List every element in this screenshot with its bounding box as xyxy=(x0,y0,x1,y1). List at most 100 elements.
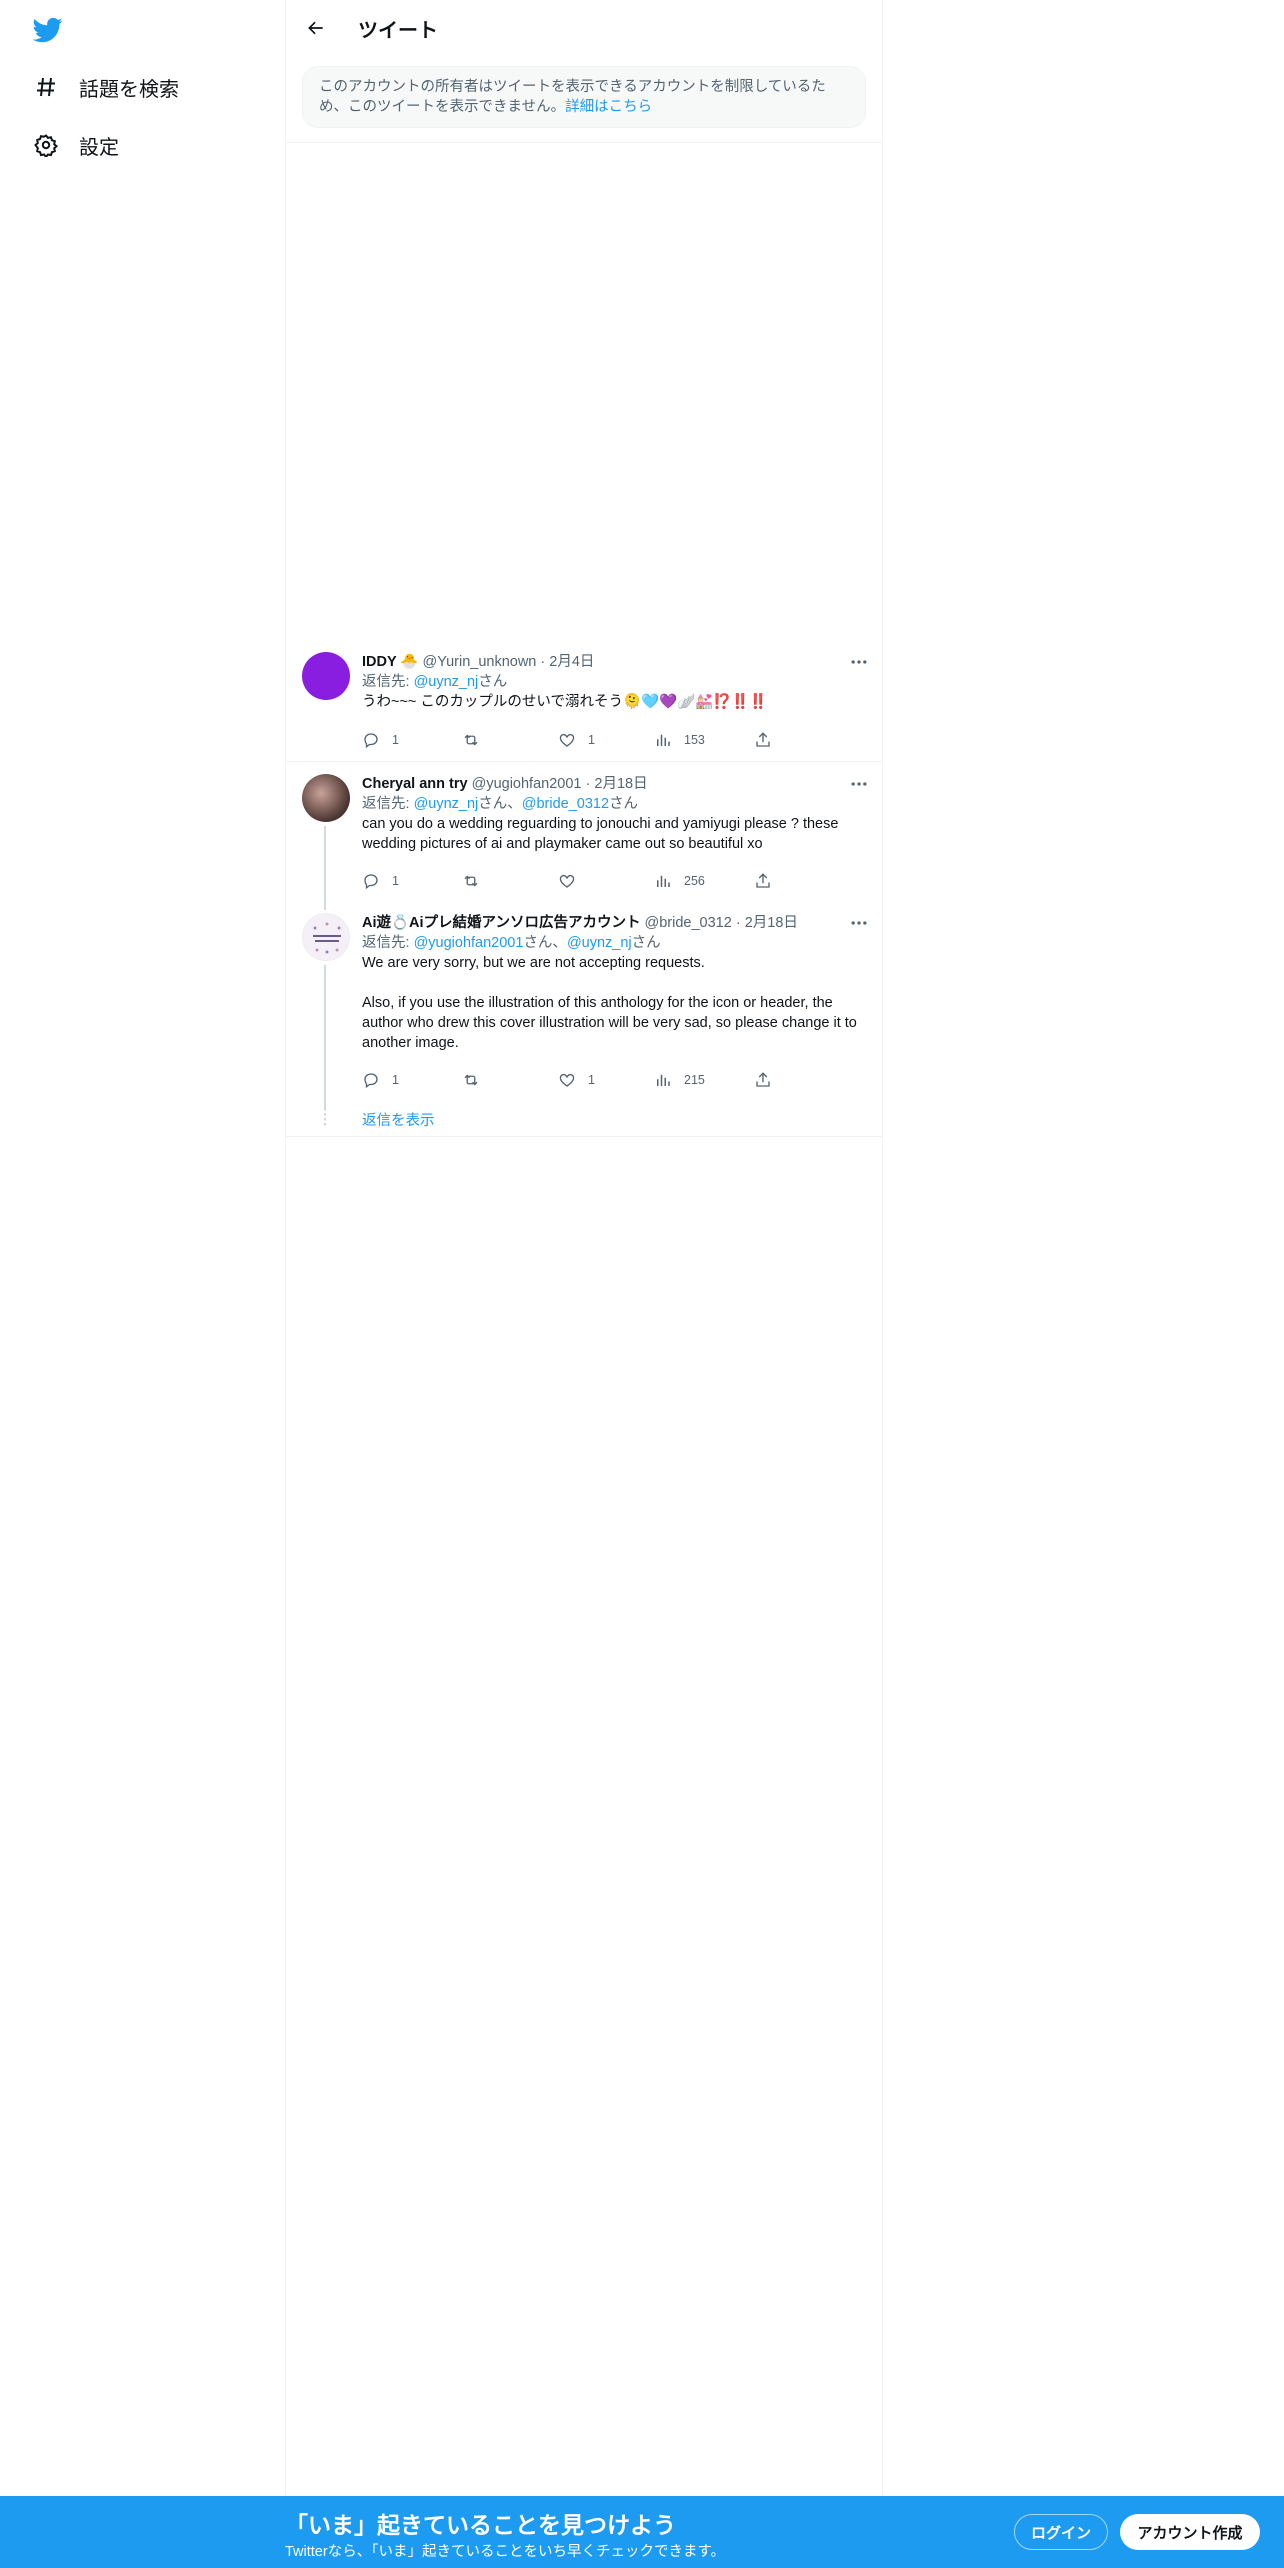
reply-tweet[interactable]: Ai遊💍Aiプレ結婚アンソロ広告アカウント @bride_0312 · 2月18… xyxy=(286,911,882,1110)
retweet-icon xyxy=(464,1074,478,1086)
mention-link[interactable]: @uynz_nj xyxy=(414,674,479,690)
share-button[interactable] xyxy=(754,1069,772,1091)
more-icon xyxy=(851,921,867,925)
retweet-button[interactable] xyxy=(462,1069,492,1091)
login-button[interactable]: ログイン xyxy=(1014,2514,1108,2550)
signup-button[interactable]: アカウント作成 xyxy=(1120,2514,1260,2550)
heart-icon xyxy=(559,874,575,888)
share-button[interactable] xyxy=(754,870,772,892)
thread-line xyxy=(324,826,326,910)
author-handle[interactable]: @bride_0312 xyxy=(645,915,732,931)
reply-button[interactable]: 1 xyxy=(362,1069,399,1091)
gear-icon xyxy=(33,132,59,158)
avatar[interactable] xyxy=(302,913,350,961)
tweet-header: Cheryal ann try @yugiohfan2001 · 2月18日 xyxy=(362,776,648,792)
arrow-left-icon xyxy=(308,21,323,35)
like-count: 1 xyxy=(588,733,595,747)
hashtag-icon xyxy=(33,74,59,100)
author-name[interactable]: IDDY 🐣 xyxy=(362,654,418,670)
sidebar-item-explore[interactable]: 話題を検索 xyxy=(33,67,179,107)
retweet-icon xyxy=(464,734,478,746)
tweet-actions: 1 256 xyxy=(362,870,782,892)
analytics-icon xyxy=(657,734,670,746)
mention-link[interactable]: @yugiohfan2001 xyxy=(414,935,524,951)
avatar[interactable] xyxy=(302,652,350,700)
thread-line xyxy=(324,965,326,1110)
tweet-time[interactable]: 2月4日 xyxy=(549,654,594,670)
like-button[interactable] xyxy=(558,870,588,892)
banner-subtitle: Twitterなら、「いま」起きていることをいち早くチェックできます。 xyxy=(285,2544,725,2560)
mention-link[interactable]: @uynz_nj xyxy=(567,935,632,951)
analytics-icon xyxy=(657,875,670,887)
author-name[interactable]: Cheryal ann try xyxy=(362,776,468,792)
sidebar-item-settings[interactable]: 設定 xyxy=(33,125,119,165)
reply-count: 1 xyxy=(392,874,399,888)
learn-more-link[interactable]: 詳細はこちら xyxy=(565,99,652,115)
share-button[interactable] xyxy=(754,729,772,751)
views-button[interactable]: 153 xyxy=(654,729,705,751)
reply-prefix: 返信先: xyxy=(362,796,414,812)
twitter-bird-icon[interactable] xyxy=(32,15,63,45)
signup-banner: 「いま」起きていることを見つけよう Twitterなら、「いま」起きていることを… xyxy=(0,2496,1284,2568)
header-bar: ツイート xyxy=(286,0,882,54)
show-replies-link[interactable]: 返信を表示 xyxy=(362,1109,435,1130)
reply-to-line: 返信先: @uynz_njさん xyxy=(362,672,866,692)
mention-link[interactable]: @bride_0312 xyxy=(522,796,609,812)
reply-count: 1 xyxy=(392,733,399,747)
more-options-button[interactable] xyxy=(846,913,872,933)
reply-prefix: 返信先: xyxy=(362,935,414,951)
divider xyxy=(286,142,882,143)
heart-icon xyxy=(559,1073,575,1087)
mention-suffix: さん xyxy=(631,935,661,951)
reply-count: 1 xyxy=(392,1073,399,1087)
mention-link[interactable]: @uynz_nj xyxy=(414,796,479,812)
tweet-header: Ai遊💍Aiプレ結婚アンソロ広告アカウント @bride_0312 · 2月18… xyxy=(362,915,798,931)
reply-tweet[interactable]: IDDY 🐣 @Yurin_unknown · 2月4日 返信先: @uynz_… xyxy=(286,650,882,760)
tweet-time[interactable]: 2月18日 xyxy=(745,915,798,931)
tweet-actions: 1 1 215 xyxy=(362,1069,782,1091)
page-title: ツイート xyxy=(358,20,438,42)
reply-icon xyxy=(364,733,378,749)
tweet-header: IDDY 🐣 @Yurin_unknown · 2月4日 xyxy=(362,654,595,670)
tweet-text: can you do a wedding reguarding to jonou… xyxy=(362,816,843,852)
banner-title: 「いま」起きていることを見つけよう xyxy=(285,2512,676,2538)
views-button[interactable]: 215 xyxy=(654,1069,705,1091)
reply-to-line: 返信先: @yugiohfan2001さん、@uynz_njさん xyxy=(362,933,866,953)
reply-prefix: 返信先: xyxy=(362,674,414,690)
restricted-notice: このアカウントの所有者はツイートを表示できるアカウントを制限しているため、このツ… xyxy=(302,66,866,128)
view-count: 153 xyxy=(684,733,705,747)
view-count: 256 xyxy=(684,874,705,888)
back-button[interactable] xyxy=(300,12,332,44)
reply-icon xyxy=(364,874,378,890)
retweet-button[interactable] xyxy=(462,729,492,751)
mention-suffix: さん xyxy=(609,796,639,812)
more-options-button[interactable] xyxy=(846,774,872,794)
reply-button[interactable]: 1 xyxy=(362,870,399,892)
mention-joiner: さん、 xyxy=(523,935,567,951)
reply-to-line: 返信先: @uynz_njさん、@bride_0312さん xyxy=(362,794,866,814)
like-button[interactable]: 1 xyxy=(558,729,595,751)
anthology-logo-icon xyxy=(313,922,341,954)
sidebar-item-label: 設定 xyxy=(79,136,119,159)
more-icon xyxy=(851,660,867,664)
thread-more-dots xyxy=(324,1108,326,1128)
tweet-text: We are very sorry, but we are not accept… xyxy=(362,955,857,1051)
like-button[interactable]: 1 xyxy=(558,1069,595,1091)
reply-tweet[interactable]: Cheryal ann try @yugiohfan2001 · 2月18日 返… xyxy=(286,772,882,910)
author-handle[interactable]: @yugiohfan2001 xyxy=(472,776,582,792)
tweet-actions: 1 1 153 xyxy=(362,729,782,751)
author-handle[interactable]: @Yurin_unknown xyxy=(423,654,537,670)
views-button[interactable]: 256 xyxy=(654,870,705,892)
sidebar-item-label: 話題を検索 xyxy=(79,78,179,101)
reply-button[interactable]: 1 xyxy=(362,729,399,751)
tweet-time[interactable]: 2月18日 xyxy=(594,776,647,792)
more-options-button[interactable] xyxy=(846,652,872,672)
avatar[interactable] xyxy=(302,774,350,822)
main-column: ツイート このアカウントの所有者はツイートを表示できるアカウントを制限しているた… xyxy=(285,0,883,2496)
retweet-button[interactable] xyxy=(462,870,492,892)
share-icon xyxy=(756,873,770,888)
divider xyxy=(286,761,882,762)
more-icon xyxy=(851,782,867,786)
author-name[interactable]: Ai遊💍Aiプレ結婚アンソロ広告アカウント xyxy=(362,915,640,931)
like-count: 1 xyxy=(588,1073,595,1087)
